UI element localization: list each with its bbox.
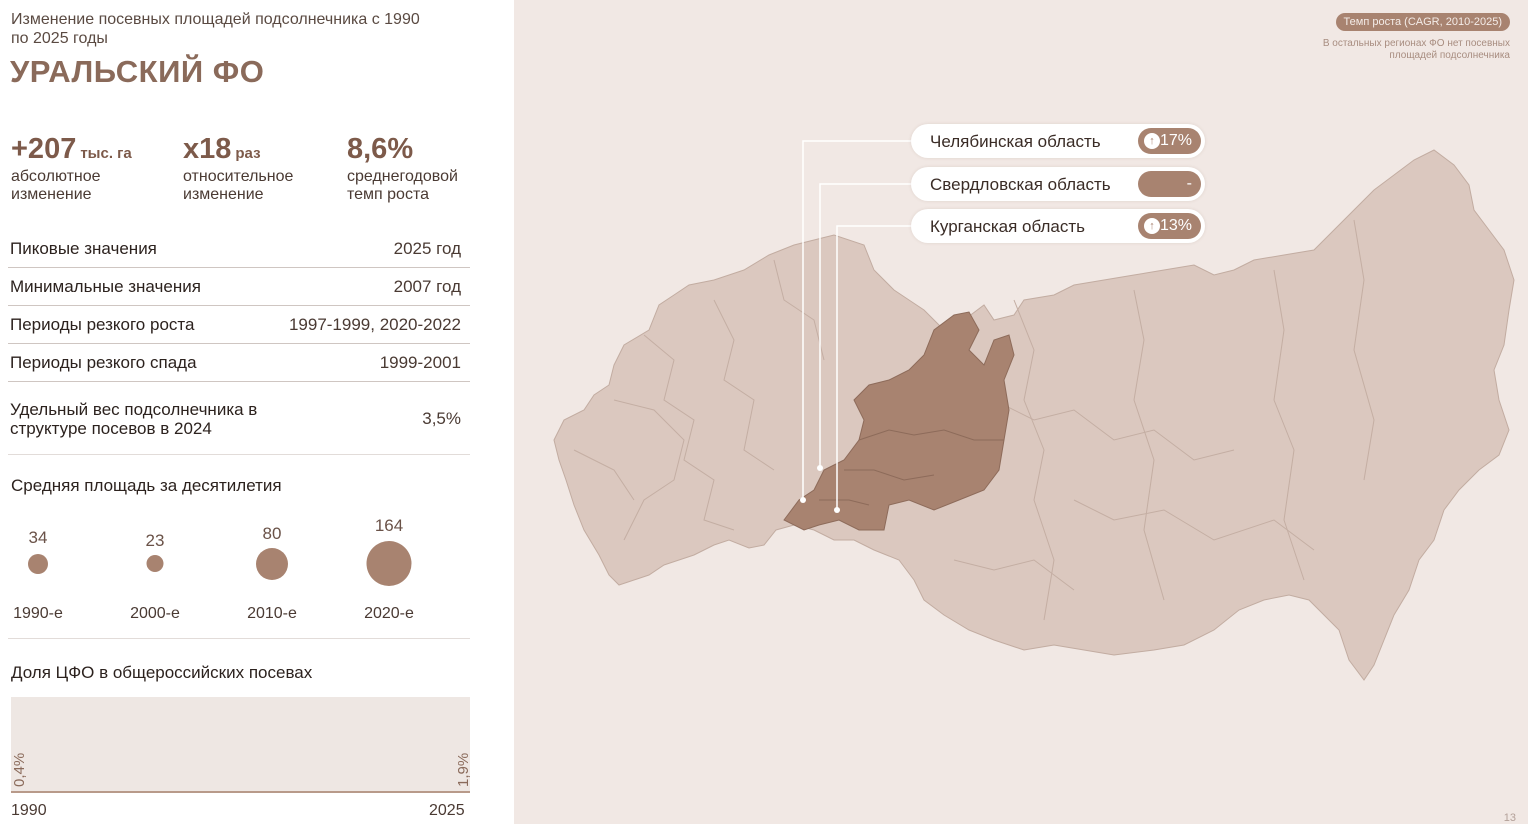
kpi-absolute-change: +207 тыс. га абсолютное изменение <box>11 132 132 204</box>
kpi-cagr: 8,6% среднегодовой темп роста <box>347 132 477 204</box>
fact-row: Пиковые значения 2025 год <box>8 230 470 268</box>
fact-value: 1999-2001 <box>379 352 461 372</box>
kpi-relative-change: x18 раз относительное изменение <box>183 132 313 204</box>
fact-row: Периоды резкого спада 1999-2001 <box>8 344 470 382</box>
callout-kurgan[interactable]: Курганская область ↑ 13% <box>911 209 1205 243</box>
growth-badge: - <box>1138 171 1201 197</box>
decades-title: Средняя площадь за десятилетия <box>11 476 282 495</box>
fact-key: Периоды резкого роста <box>10 314 195 334</box>
fact-row: Минимальные значения 2007 год <box>8 268 470 306</box>
fact-key: Периоды резкого спада <box>10 352 197 372</box>
kpi-value: 8,6% <box>347 133 414 165</box>
arrow-up-icon: ↑ <box>1144 218 1160 234</box>
fact-key: Пиковые значения <box>10 238 157 258</box>
decade-label: 2010-е <box>247 605 297 622</box>
left-panel: Изменение посевных площадей подсолнечник… <box>0 0 514 824</box>
share-start-year: 1990 <box>11 802 47 819</box>
subtitle: Изменение посевных площадей подсолнечник… <box>11 11 420 47</box>
fact-key: Удельный вес подсолнечника в структуре п… <box>10 400 258 438</box>
decade-label: 1990-е <box>13 605 63 622</box>
divider <box>8 454 470 455</box>
callout-chelyabinsk[interactable]: Челябинская область ↑ 17% <box>911 124 1205 158</box>
callout-sverdlovsk[interactable]: Свердловская область - <box>911 167 1205 201</box>
decade-value: 164 <box>374 516 404 535</box>
decade-bubble <box>146 555 164 572</box>
fact-key: Минимальные значения <box>10 276 201 296</box>
legend-note: В остальных регионах ФО нет посевных пло… <box>1322 38 1510 61</box>
decade-value: 23 <box>145 531 165 550</box>
arrow-up-icon: ↑ <box>1144 133 1160 149</box>
growth-value: 17% <box>1159 132 1192 149</box>
kpi-unit: тыс. га <box>80 145 132 162</box>
kpi-label: относительное изменение <box>183 168 294 203</box>
share-chart: 0,4% 1,9% <box>11 697 472 793</box>
kpi-value: x18 <box>183 133 232 165</box>
share-end-year: 2025 <box>429 802 465 819</box>
kpi-value: +207 <box>11 133 77 165</box>
legend-pill: Темп роста (CAGR, 2010-2025) <box>1335 13 1510 31</box>
growth-badge: ↑ 13% <box>1138 213 1201 239</box>
growth-badge: ↑ 17% <box>1138 128 1201 154</box>
kpi-label: абсолютное изменение <box>11 168 101 203</box>
callout-region-name: Свердловская область <box>930 175 1111 194</box>
share-end-value: 1,9% <box>455 752 472 787</box>
decade-value: 34 <box>28 528 48 547</box>
map-panel: Темп роста (CAGR, 2010-2025) В остальных… <box>514 0 1528 824</box>
fact-row: Удельный вес подсолнечника в структуре п… <box>8 382 470 456</box>
kpi-unit: раз <box>235 145 261 162</box>
decade-label: 2000-е <box>130 605 180 622</box>
fact-value: 2007 год <box>393 276 461 296</box>
growth-value: 13% <box>1159 217 1192 234</box>
decade-bubble <box>28 554 48 574</box>
decade-bubble <box>256 548 288 580</box>
share-title: Доля ЦФО в общероссийских посевах <box>11 663 313 682</box>
decade-bubble <box>366 541 412 586</box>
region-title: УРАЛЬСКИЙ ФО <box>10 54 265 89</box>
callout-region-name: Курганская область <box>930 217 1085 236</box>
facts-table: Пиковые значения 2025 год Минимальные зна… <box>8 230 470 456</box>
fact-value: 2025 год <box>393 238 461 258</box>
decade-label: 2020-е <box>364 605 414 622</box>
share-area-line <box>11 791 470 793</box>
page-number: 13 <box>1503 812 1516 824</box>
kpi-label: среднегодовой темп роста <box>347 168 458 203</box>
divider <box>8 638 470 639</box>
fact-value: 1997-1999, 2020-2022 <box>288 314 461 334</box>
callout-region-name: Челябинская область <box>930 132 1101 151</box>
fact-value: 3,5% <box>422 409 461 428</box>
fact-row: Периоды резкого роста 1997-1999, 2020-202… <box>8 306 470 344</box>
decade-value: 80 <box>262 524 282 543</box>
growth-value: - <box>1186 175 1192 192</box>
share-start-value: 0,4% <box>11 752 28 787</box>
